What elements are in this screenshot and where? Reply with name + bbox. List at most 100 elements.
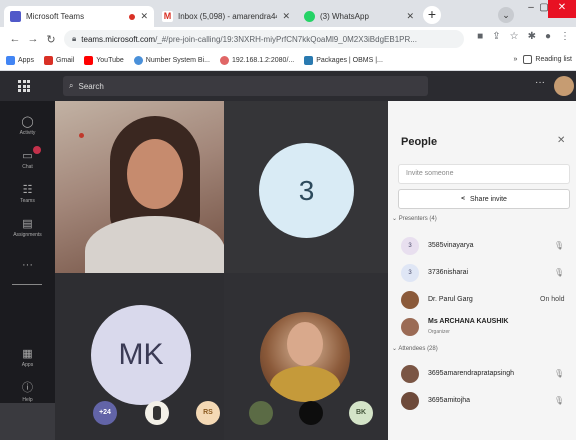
participant-face: [127, 139, 183, 209]
back-arrow-icon[interactable]: ←: [6, 33, 24, 45]
panel-title: People: [401, 136, 438, 148]
video-tile-participant[interactable]: [55, 101, 224, 273]
section-label: Attendees (28): [398, 346, 438, 352]
toolbar-icons: ■ ⇪ ☆ ✱ ● ⋮: [477, 31, 570, 42]
photo-body: [270, 366, 340, 402]
close-icon[interactable]: ✕: [140, 11, 148, 22]
share-icon[interactable]: ⇪: [492, 31, 500, 42]
menu-icon[interactable]: ⋮: [560, 31, 570, 42]
list-item[interactable]: 3695amitojha 🎙︎: [388, 390, 576, 414]
tab-gmail[interactable]: M Inbox (5,098) - amarendra4451 ✕: [156, 6, 296, 27]
tab-label: Microsoft Teams: [26, 12, 85, 21]
tab-whatsapp[interactable]: (3) WhatsApp ✕: [298, 6, 420, 27]
photo-face: [287, 322, 323, 366]
list-item[interactable]: 3 3585vinayarya 🎙︎: [388, 235, 576, 259]
participant-name: Dr. Parul Garg: [428, 296, 473, 303]
avatar[interactable]: [145, 401, 169, 425]
bookmark-label: Gmail: [55, 57, 75, 64]
reading-list-label: Reading list: [535, 56, 572, 63]
participant-name: 3585vinayarya: [428, 242, 474, 249]
more-participants-badge[interactable]: +24: [93, 401, 117, 425]
recording-indicator-icon: [129, 13, 136, 20]
more-bookmarks-icon[interactable]: »: [514, 56, 518, 63]
bookmark-gmail[interactable]: Gmail: [43, 56, 75, 65]
participant-name: 3695amitojha: [428, 397, 471, 404]
download-icon[interactable]: [0, 403, 55, 440]
window-close-icon[interactable]: ✕: [548, 0, 576, 18]
close-icon[interactable]: ✕: [557, 135, 565, 146]
avatar[interactable]: [299, 401, 323, 425]
bell-icon: ◯: [21, 116, 34, 128]
extensions-icon[interactable]: ✱: [528, 31, 536, 42]
avatar[interactable]: [554, 76, 574, 96]
rail-item-help[interactable]: ⓘ Help: [0, 379, 55, 403]
reading-list-button[interactable]: Reading list: [523, 55, 572, 64]
avatar[interactable]: [249, 401, 273, 425]
invite-input[interactable]: Invite someone: [398, 164, 570, 184]
teams-header: ⌕ Search ···: [0, 71, 576, 101]
list-item[interactable]: Dr. Parul Garg On hold: [388, 289, 576, 313]
avatar: 3: [401, 264, 419, 282]
share-invite-button[interactable]: ⪪ Share invite: [398, 189, 570, 209]
rail-item-activity[interactable]: ◯ Activity: [0, 115, 55, 136]
search-icon: ⌕: [69, 81, 74, 90]
app-launcher-icon[interactable]: [18, 80, 30, 92]
bookmark-apps[interactable]: Apps: [6, 56, 34, 65]
rail-item-apps[interactable]: ▦ Apps: [0, 347, 55, 368]
reload-icon[interactable]: ↻: [42, 33, 60, 46]
presenters-header[interactable]: ⌄ Presenters (4): [392, 215, 437, 222]
app-rail: ◯ Activity ▭ Chat ☷ Teams ▤ Assignments ··· …: [0, 101, 55, 440]
lock-icon: 🔒︎: [72, 34, 77, 43]
bookmark-label: 192.168.1.2:2080/...: [231, 57, 295, 64]
rail-label: Activity: [19, 130, 36, 136]
camera-icon[interactable]: ■: [477, 31, 483, 42]
avatar-bk[interactable]: BK: [349, 401, 373, 425]
rail-item-chat[interactable]: ▭ Chat: [0, 146, 55, 170]
overflow-count-avatar[interactable]: 3: [259, 143, 354, 238]
search-input[interactable]: ⌕ Search: [63, 76, 428, 96]
close-icon[interactable]: ✕: [282, 11, 290, 22]
rail-item-teams[interactable]: ☷ Teams: [0, 183, 55, 204]
mic-off-icon: 🎙︎: [554, 241, 565, 250]
status-badge: On hold: [540, 296, 565, 303]
bookmarks-bar: Apps Gmail YouTube Number System Bi... 1…: [0, 51, 576, 71]
notification-badge: [33, 146, 41, 154]
avatar-photo[interactable]: [260, 312, 350, 402]
bookmark-number-system[interactable]: Number System Bi...: [133, 56, 210, 65]
globe-icon: [133, 56, 143, 65]
help-icon: ⓘ: [22, 382, 33, 394]
star-icon[interactable]: ☆: [510, 31, 519, 42]
profile-icon[interactable]: ●: [545, 31, 551, 42]
people-panel: People ✕ Invite someone ⪪ Share invite ⌄…: [388, 101, 576, 440]
bookmark-label: Packages | OBMS |...: [316, 57, 383, 64]
avatar: [401, 365, 419, 383]
chevron-down-icon[interactable]: ⌄: [498, 7, 514, 23]
bookmark-local-ip[interactable]: 192.168.1.2:2080/...: [219, 56, 295, 65]
list-item[interactable]: 3695amarendrapratapsingh 🎙︎: [388, 363, 576, 387]
participant-name: 3695amarendrapratapsingh: [428, 370, 515, 377]
bookmark-packages[interactable]: Packages | OBMS |...: [304, 56, 383, 65]
bookmark-youtube[interactable]: YouTube: [84, 56, 124, 65]
whatsapp-icon: [304, 11, 315, 22]
avatar-mk[interactable]: MK: [91, 305, 191, 405]
rail-item-assignments[interactable]: ▤ Assignments: [0, 217, 55, 238]
chevron-down-icon: ⌄: [392, 346, 398, 352]
more-options-icon[interactable]: ···: [535, 77, 545, 88]
address-bar[interactable]: 🔒︎ teams.microsoft.com /_#/pre-join-call…: [64, 30, 464, 48]
site-icon: [304, 56, 314, 65]
avatar-rs[interactable]: RS: [196, 401, 220, 425]
forward-arrow-icon[interactable]: →: [24, 33, 42, 45]
more-apps-icon[interactable]: ···: [0, 259, 55, 271]
apps-grid-icon: [6, 56, 15, 65]
search-placeholder: Search: [78, 81, 104, 91]
bottle-icon: [153, 406, 161, 420]
list-item[interactable]: Ms ARCHANA KAUSHIK Organizer: [388, 316, 576, 340]
close-icon[interactable]: ✕: [406, 11, 414, 22]
tab-teams[interactable]: Microsoft Teams ✕: [4, 6, 154, 27]
list-item[interactable]: 3 3736nisharai 🎙︎: [388, 262, 576, 286]
avatar: [401, 291, 419, 309]
attendees-header[interactable]: ⌄ Attendees (28): [392, 345, 438, 352]
rail-label: Assignments: [13, 232, 42, 238]
participant-name: 3736nisharai: [428, 269, 469, 276]
new-tab-button[interactable]: +: [423, 6, 441, 24]
